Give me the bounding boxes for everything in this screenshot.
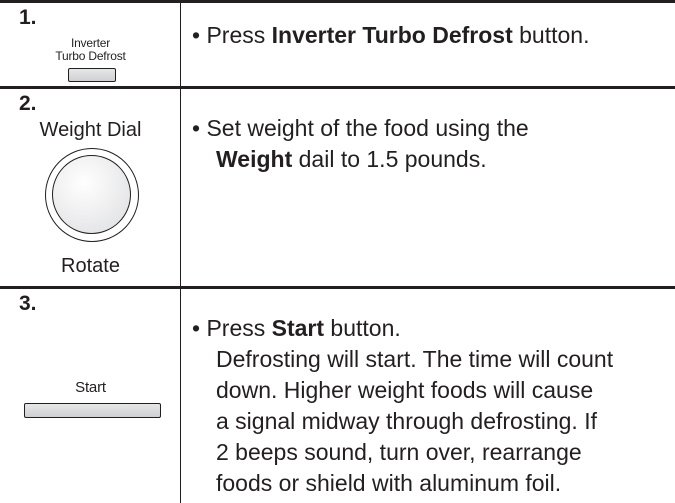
instruction-prefix: • Press — [192, 315, 272, 341]
step-2-instruction-line2: Weight dail to 1.5 pounds. — [216, 144, 487, 175]
step-number: 2. — [19, 92, 37, 115]
step-number: 1. — [19, 6, 37, 29]
step-1-instruction: • Press Inverter Turbo Defrost button. — [192, 20, 589, 51]
step-row-2: 2. Weight Dial Rotate • Set weight of th… — [0, 86, 675, 286]
step-3-instruction-line1: • Press Start button. — [192, 313, 401, 344]
instruction-table: 1. Inverter Turbo Defrost • Press Invert… — [0, 0, 675, 503]
inverter-turbo-defrost-label-line2: Turbo Defrost — [55, 49, 126, 63]
step-2-control-cell: 2. Weight Dial Rotate — [0, 89, 181, 286]
step-3-instruction-cell: • Press Start button. Defrosting will st… — [182, 289, 675, 503]
instruction-suffix: button. — [324, 315, 401, 341]
start-label: Start — [75, 379, 106, 396]
step-2-instruction-cell: • Set weight of the food using the Weigh… — [182, 89, 675, 286]
weight-dial[interactable] — [45, 148, 139, 242]
weight-dial-label: Weight Dial — [39, 119, 142, 141]
step-3-detail-line: down. Higher weight foods will cause — [216, 377, 594, 403]
step-3-detail-line: foods or shield with aluminum foil. — [216, 470, 562, 496]
instruction-bold: Inverter Turbo Defrost — [271, 22, 513, 48]
inverter-turbo-defrost-label-line1: Inverter — [70, 36, 111, 50]
instruction-prefix: • Press — [192, 22, 272, 48]
instruction-bold: Weight — [216, 146, 293, 172]
step-row-1: 1. Inverter Turbo Defrost • Press Invert… — [0, 0, 675, 86]
step-number: 3. — [19, 292, 37, 315]
start-button[interactable] — [24, 403, 161, 418]
rotate-label: Rotate — [61, 255, 120, 277]
step-3-control-cell: 3. Start — [0, 289, 181, 503]
step-2-instruction-line1: • Set weight of the food using the — [192, 115, 529, 141]
instruction-suffix: dail to 1.5 pounds. — [292, 146, 487, 172]
step-1-instruction-cell: • Press Inverter Turbo Defrost button. — [182, 3, 675, 86]
step-3-detail-line: a signal midway through defrosting. If — [216, 408, 597, 434]
step-3-detail-line: Defrosting will start. The time will cou… — [216, 346, 614, 372]
step-row-3: 3. Start • Press Start button. Defrostin… — [0, 286, 675, 503]
inverter-turbo-defrost-button[interactable] — [68, 68, 116, 82]
step-3-detail-line: 2 beeps sound, turn over, rearrange — [216, 439, 582, 465]
instruction-suffix: button. — [512, 22, 590, 48]
step-1-control-cell: 1. Inverter Turbo Defrost — [0, 3, 181, 86]
weight-dial-knob[interactable] — [52, 155, 131, 234]
instruction-bold: Start — [271, 315, 325, 341]
